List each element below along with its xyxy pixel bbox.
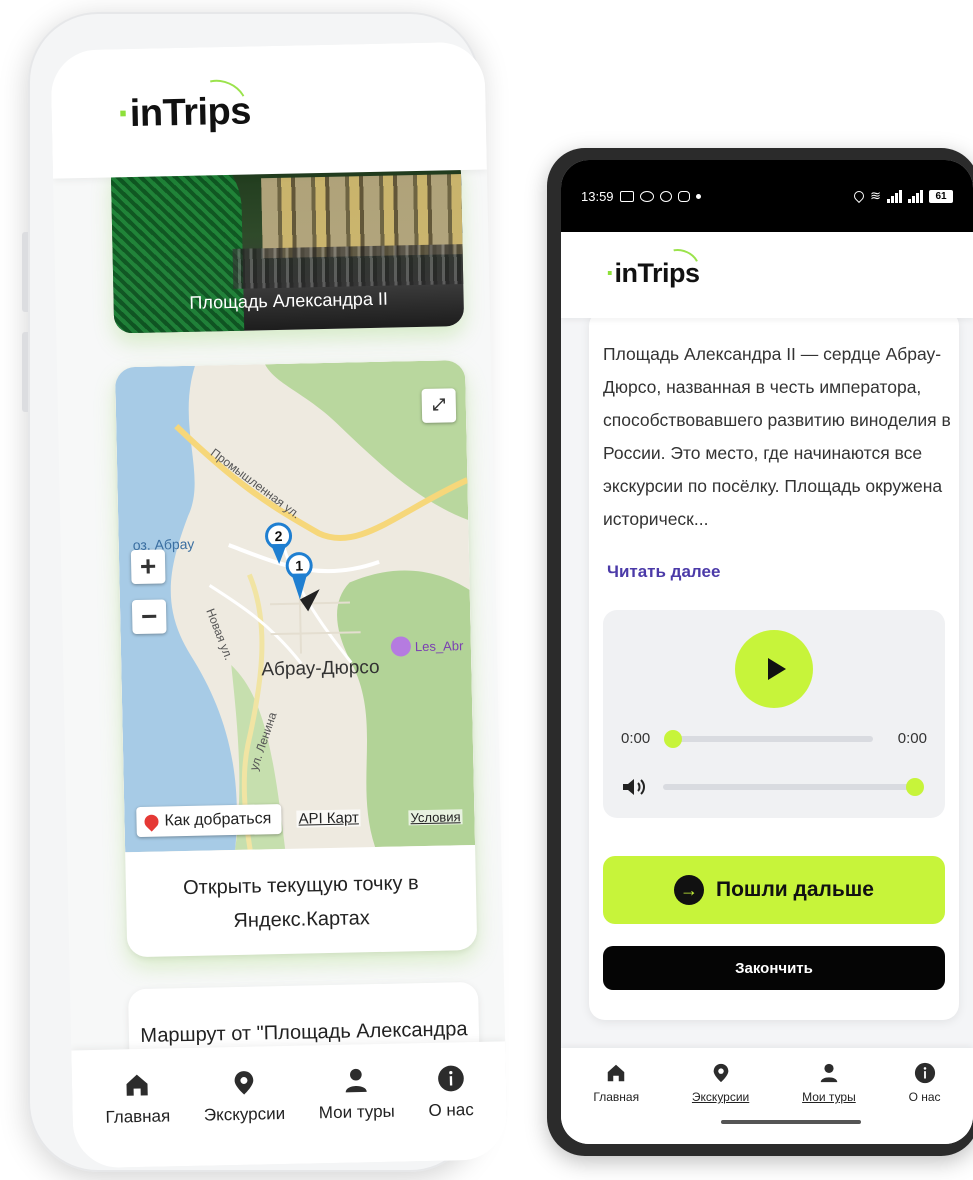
app-notification-icon	[639, 190, 654, 202]
nav-excursions[interactable]: Экскурсии	[692, 1062, 749, 1144]
location-status-icon	[852, 188, 867, 204]
app-header: ·inTrips	[561, 232, 973, 318]
place-description: Площадь Александра II — сердце Абрау-Дюр…	[603, 344, 951, 529]
bottom-nav: Главная Экскурсии Мои туры О нас	[71, 1041, 508, 1169]
info-icon	[914, 1062, 935, 1084]
nav-home[interactable]: Главная	[105, 1070, 172, 1167]
read-more-link[interactable]: Читать далее	[607, 562, 720, 582]
more-notifications-icon	[695, 193, 701, 199]
intrips-logo[interactable]: ·inTrips	[117, 72, 253, 136]
status-bar: 13:59 ≋ 61	[561, 160, 973, 232]
user-icon	[820, 1063, 838, 1083]
left-phone: ·inTrips Площадь Александра II 2 1 ⤢ + −…	[22, 12, 508, 1172]
nav-home[interactable]: Главная	[593, 1062, 639, 1144]
terms-link[interactable]: Условия	[408, 809, 463, 826]
play-button[interactable]	[735, 630, 813, 708]
battery-icon: 61	[929, 189, 953, 203]
poi-label: Les_Abr	[414, 638, 464, 655]
duration: 0:00	[897, 730, 927, 747]
current-time: 0:00	[621, 730, 651, 747]
sync-notification-icon	[659, 190, 672, 202]
crowd-illustration	[232, 243, 465, 289]
volume-handle[interactable]	[906, 778, 924, 796]
instagram-notification-icon	[677, 190, 690, 202]
wifi-icon: ≋	[870, 188, 881, 203]
bottom-nav: Главная Экскурсии Мои туры О нас	[561, 1048, 973, 1144]
intrips-logo[interactable]: ·inTrips	[606, 243, 704, 289]
place-detail-card: Площадь Александра II — сердце Абрау-Дюр…	[589, 310, 959, 1020]
forest-right	[337, 570, 476, 848]
signal-icon	[887, 189, 902, 203]
place-photo-card[interactable]: Площадь Александра II	[110, 154, 465, 334]
volume-icon[interactable]	[621, 778, 647, 796]
left-phone-screen: ·inTrips Площадь Александра II 2 1 ⤢ + −…	[50, 41, 508, 1169]
route-button[interactable]: Как добраться	[136, 804, 282, 838]
seek-bar[interactable]	[673, 736, 873, 742]
zoom-in-button[interactable]: +	[130, 549, 166, 585]
arrow-right-icon: →	[674, 875, 705, 905]
open-in-yandex-link[interactable]: Открыть текущую точку в Яндекс.Картах	[126, 865, 477, 940]
zoom-out-button[interactable]: −	[131, 599, 167, 635]
map-pin-icon	[234, 1071, 254, 1095]
api-maps-link[interactable]: API Карт	[296, 809, 361, 828]
lake-label: оз. Абрау	[132, 535, 195, 554]
home-icon	[126, 1074, 148, 1096]
info-icon	[437, 1065, 464, 1092]
fullscreen-button[interactable]: ⤢	[421, 388, 457, 423]
yandex-map[interactable]: 2 1 ⤢ + − Абрау-Дюрсо оз. Абрау Промышле…	[114, 360, 476, 853]
home-icon	[608, 1064, 625, 1082]
map-pin-icon	[713, 1063, 728, 1083]
signal-2-icon	[908, 189, 923, 203]
marker-1-label: 1	[295, 557, 303, 573]
audio-player: 0:00 0:00	[603, 610, 945, 818]
right-phone: 13:59 ≋ 61 ·inTrips Площадь Александра I…	[547, 148, 973, 1156]
nav-about[interactable]: О нас	[909, 1062, 941, 1144]
seek-handle[interactable]	[664, 730, 682, 748]
status-time: 13:59	[581, 188, 614, 204]
marker-2-label: 2	[274, 528, 282, 544]
power-button	[22, 332, 28, 412]
location-pin-icon	[141, 811, 162, 832]
forest-top	[264, 360, 469, 521]
nav-excursions[interactable]: Экскурсии	[203, 1068, 286, 1166]
app-header: ·inTrips	[50, 41, 487, 179]
volume-button	[22, 232, 28, 312]
home-indicator[interactable]	[721, 1120, 861, 1124]
gallery-notification-icon	[619, 190, 634, 202]
town-label: Абрау-Дюрсо	[261, 656, 380, 681]
finish-button[interactable]: Закончить	[603, 946, 945, 990]
play-icon	[767, 658, 786, 680]
next-stop-button[interactable]: → Пошли дальше	[603, 856, 945, 924]
map-card: 2 1 ⤢ + − Абрау-Дюрсо оз. Абрау Промышле…	[114, 360, 478, 958]
right-phone-screen: 13:59 ≋ 61 ·inTrips Площадь Александра I…	[561, 160, 973, 1144]
nav-about[interactable]: О нас	[428, 1064, 475, 1161]
user-icon	[345, 1068, 367, 1093]
nav-my-tours[interactable]: Мои туры	[802, 1062, 856, 1144]
volume-slider[interactable]	[663, 784, 915, 790]
nav-my-tours[interactable]: Мои туры	[318, 1066, 396, 1164]
